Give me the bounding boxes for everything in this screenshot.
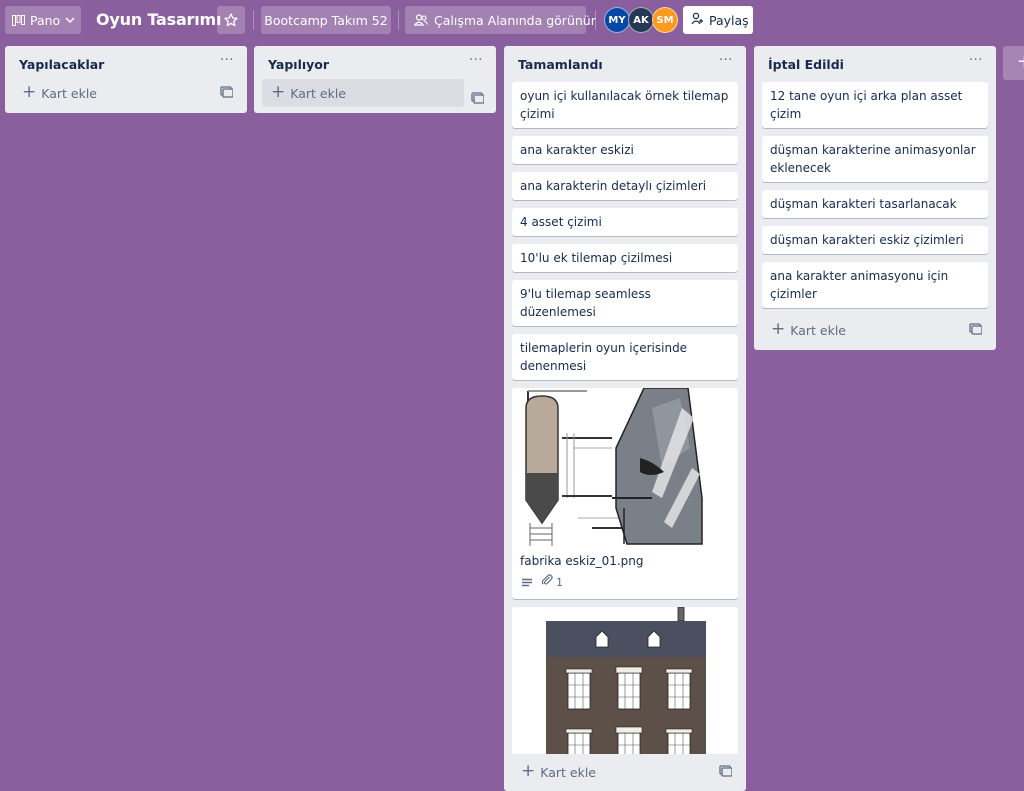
list-yapilacaklar: Yapılacaklar ··· + Kart ekle — [5, 46, 247, 113]
list-title[interactable]: İptal Edildi — [768, 57, 844, 72]
avatar[interactable]: SM — [652, 7, 678, 33]
share-label: Paylaş — [709, 12, 749, 28]
add-card-label: Kart ekle — [790, 322, 846, 338]
card-template-icon[interactable] — [220, 86, 234, 101]
visibility-label: Çalışma Alanında görünür — [434, 12, 596, 28]
list-title[interactable]: Yapılıyor — [268, 57, 329, 72]
list-header: İptal Edildi ··· — [754, 46, 996, 82]
chevron-down-icon — [65, 16, 75, 24]
card[interactable]: 12 tane oyun içi arka plan asset çizim — [762, 82, 988, 128]
star-button[interactable] — [217, 6, 245, 34]
card[interactable]: 4 asset çizimi — [512, 208, 738, 236]
add-card-label: Kart ekle — [290, 85, 346, 101]
view-switcher-label: Pano — [30, 12, 61, 28]
share-button[interactable]: Paylaş — [683, 6, 753, 34]
avatar[interactable]: AK — [628, 7, 654, 33]
card-badges: 1 — [512, 570, 738, 599]
description-icon — [521, 578, 533, 588]
plus-icon: + — [521, 760, 536, 781]
people-icon — [414, 14, 428, 26]
card-template-icon[interactable] — [719, 765, 733, 780]
list-menu-button[interactable]: ··· — [966, 53, 986, 69]
card[interactable]: düşman karakteri tasarlanacak — [762, 190, 988, 218]
card[interactable]: oyun içi kullanılacak örnek tilemap çizi… — [512, 82, 738, 128]
card[interactable]: düşman karakterine animasyonlar eklenece… — [762, 136, 988, 182]
list-menu-button[interactable]: ··· — [217, 53, 237, 69]
card[interactable]: 10'lu ek tilemap çizilmesi — [512, 244, 738, 272]
list-title[interactable]: Yapılacaklar — [19, 57, 104, 72]
board-header: Pano Oyun Tasarımı Bootcamp Takım 52 Çal… — [0, 0, 1024, 40]
card-template-icon[interactable] — [969, 323, 983, 338]
image-card-title: fabrika eskiz_01.png — [520, 554, 644, 568]
board-title[interactable]: Oyun Tasarımı — [96, 8, 221, 32]
card-list: oyun içi kullanılacak örnek tilemap çizi… — [504, 82, 746, 754]
card-template-icon[interactable] — [471, 89, 485, 108]
card[interactable]: ana karakter eskizi — [512, 136, 738, 164]
image-card[interactable] — [512, 607, 738, 754]
visibility-button[interactable]: Çalışma Alanında görünür — [405, 6, 596, 34]
add-card-button[interactable]: + Kart ekle — [13, 79, 239, 107]
list-yapiliyor: Yapılıyor ··· + Kart ekle — [254, 46, 496, 113]
avatar[interactable]: MY — [604, 7, 630, 33]
card[interactable]: düşman karakteri eskiz çizimleri — [762, 226, 988, 254]
list-menu-button[interactable]: ··· — [716, 53, 736, 69]
card[interactable]: 9'lu tilemap seamless düzenlemesi — [512, 280, 738, 326]
image-card[interactable]: fabrika eskiz_01.png 1 — [512, 388, 738, 599]
share-person-icon — [691, 12, 704, 28]
board-view-icon — [12, 14, 25, 26]
add-card-button[interactable]: + Kart ekle — [762, 316, 988, 344]
plus-icon: + — [22, 81, 37, 102]
attachment-count: 1 — [556, 576, 563, 589]
add-card-button[interactable]: + Kart ekle — [512, 758, 738, 786]
plus-icon: + — [771, 318, 786, 339]
workspace-button[interactable]: Bootcamp Takım 52 — [261, 6, 391, 34]
add-card-label: Kart ekle — [41, 85, 97, 101]
attachment-badge: 1 — [541, 574, 563, 592]
list-header: Tamamlandı ··· — [504, 46, 746, 82]
add-list-button[interactable]: + — [1003, 46, 1024, 80]
paperclip-icon — [541, 574, 553, 592]
list-title[interactable]: Tamamlandı — [518, 57, 603, 72]
add-card-button[interactable]: + Kart ekle — [262, 79, 464, 107]
view-switcher-button[interactable]: Pano — [5, 6, 81, 34]
list-menu-button[interactable]: ··· — [466, 53, 486, 69]
star-icon — [224, 13, 238, 27]
plus-icon: + — [271, 81, 286, 102]
list-header: Yapılacaklar ··· — [5, 46, 247, 82]
workspace-label: Bootcamp Takım 52 — [264, 12, 388, 28]
card[interactable]: tilemaplerin oyun içerisinde denenmesi — [512, 334, 738, 380]
building-sketch-image — [512, 607, 738, 754]
card[interactable]: ana karakter animasyonu için çizimler — [762, 262, 988, 308]
factory-sketch-image — [512, 388, 738, 548]
header-divider — [398, 10, 399, 30]
header-divider — [595, 10, 596, 30]
list-iptal-edildi: İptal Edildi ··· 12 tane oyun içi arka p… — [754, 46, 996, 350]
add-card-label: Kart ekle — [540, 764, 596, 780]
list-header: Yapılıyor ··· — [254, 46, 496, 82]
list-tamamlandi: Tamamlandı ··· oyun içi kullanılacak örn… — [504, 46, 746, 791]
card-list: 12 tane oyun içi arka plan asset çizim d… — [754, 82, 996, 308]
card[interactable]: ana karakterin detaylı çizimleri — [512, 172, 738, 200]
header-divider — [253, 10, 254, 30]
